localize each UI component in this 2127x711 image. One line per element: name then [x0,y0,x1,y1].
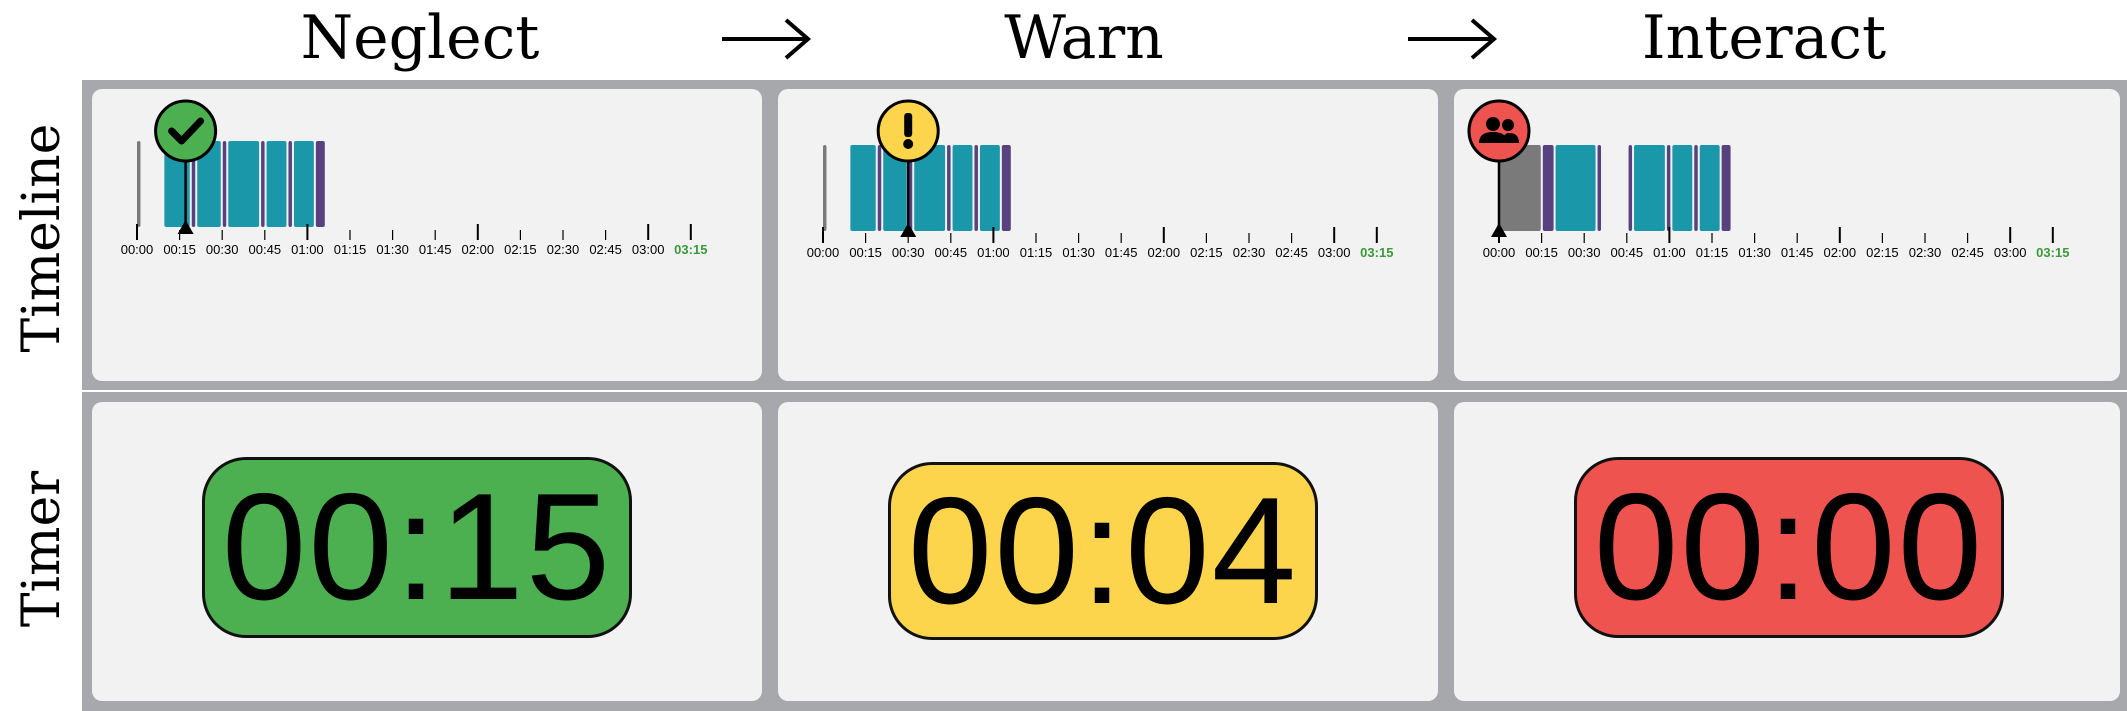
tick-label: 03:15 [674,242,707,257]
row-label-timeline: Timeline [12,123,72,353]
tick-label: 01:15 [1020,245,1053,260]
tick-label: 02:15 [1866,245,1899,260]
tick-label: 00:30 [206,242,239,257]
timer-panel-neglect: 00:15 [92,402,762,701]
tick-label: 00:45 [249,242,282,257]
tick-label: 02:30 [547,242,580,257]
tick-label: 01:45 [419,242,452,257]
timeline-segment-purple [974,145,978,231]
timeline-segment-purple [1694,145,1698,231]
tick-label: 02:45 [1951,245,1984,260]
countdown-timer: 00:00 [1574,457,2004,638]
timeline-segment-teal [266,141,287,227]
timeline-chart: 00:00 00:15 00:30 00:45 01:00 01:15 01:30 01:45… [121,99,707,257]
timeline-segment-purple [315,141,325,227]
tick-label: 03:00 [632,242,665,257]
timeline-segment-teal [293,141,314,227]
tick-label: 01:00 [977,245,1010,260]
phase-title-warn: Warn [1004,3,1164,73]
tick-label: 00:15 [1525,245,1558,260]
tick-label: 00:15 [849,245,882,260]
tick-label: 01:30 [1062,245,1095,260]
timeline-segment-purple [947,145,951,231]
timeline-segment-purple [288,141,292,227]
timeline-segment-purple [1001,145,1011,231]
tick-label: 03:15 [1360,245,1393,260]
timeline-segment-teal [228,141,260,227]
tick-label: 00:00 [807,245,840,260]
timeline-segment-purple [222,141,227,227]
row-label-timer: Timer [12,470,72,628]
countdown-timer: 00:04 [888,462,1318,640]
tick-label: 00:15 [163,242,196,257]
timeline-segment-teal [952,145,973,231]
tick-label: 00:45 [935,245,968,260]
timeline-segment-purple [1721,145,1731,231]
tick-label: 00:30 [1568,245,1601,260]
timeline-segment-gray [137,141,141,227]
timer-panel-interact: 00:00 [1454,402,2120,701]
tick-label: 02:00 [1148,245,1181,260]
tick-label: 00:45 [1611,245,1644,260]
timeline-segment-teal [1634,145,1665,231]
tick-label: 00:00 [1483,245,1516,260]
timeline-chart: 00:00 00:15 00:30 00:45 01:00 01:15 01:30 01:45… [807,99,1393,260]
tick-label: 01:45 [1105,245,1138,260]
tick-label: 00:00 [121,242,154,257]
tick-label: 01:30 [376,242,409,257]
exclamation-icon [903,113,914,149]
tick-label: 02:45 [1275,245,1308,260]
tick-label: 02:15 [504,242,537,257]
timeline-segment-purple [1666,145,1671,231]
timeline-segment-purple [1555,145,1596,231]
tick-label: 03:15 [2036,245,2069,260]
countdown-timer: 00:15 [202,457,632,638]
timeline-chart: 00:00 00:15 00:30 00:45 01:00 01:15 01:30 01:45… [1467,99,2069,260]
tick-label: 00:30 [892,245,925,260]
timeline-segment-teal [1672,145,1693,231]
tick-label: 02:15 [1190,245,1223,260]
tick-label: 01:15 [334,242,367,257]
tick-label: 01:45 [1781,245,1814,260]
timeline-segment-gray [823,145,827,231]
right-arrow-icon [1408,18,1498,60]
tick-label: 01:00 [291,242,324,257]
timeline-segment-purple [877,145,882,231]
tick-label: 02:00 [1824,245,1857,260]
tick-label: 03:00 [1994,245,2027,260]
timeline-segment-teal [1597,145,1602,231]
phase-title-interact: Interact [1641,3,1887,73]
timeline-segment-teal [850,145,876,231]
status-marker [154,99,218,163]
right-arrow-icon [722,18,812,60]
tick-label: 01:30 [1738,245,1771,260]
timeline-segment-purple [1628,145,1633,231]
tick-label: 02:45 [589,242,622,257]
timeline-panel-neglect: 00:00 00:15 00:30 00:45 01:00 01:15 01:30 01:45… [92,89,762,381]
phase-title-neglect: Neglect [300,3,540,73]
timer-panel-warn: 00:04 [778,402,1438,701]
timeline-segment-teal [979,145,1000,231]
tick-label: 01:00 [1653,245,1686,260]
tick-label: 02:00 [462,242,495,257]
timeline-panel-interact: 00:00 00:15 00:30 00:45 01:00 01:15 01:30 01:45… [1454,89,2120,381]
timeline-panel-warn: 00:00 00:15 00:30 00:45 01:00 01:15 01:30 01:45… [778,89,1438,381]
tick-label: 01:15 [1696,245,1729,260]
tick-label: 02:30 [1909,245,1942,260]
timeline-segment-teal [1699,145,1720,231]
status-marker [1467,99,1531,163]
timeline-segment-purple [261,141,265,227]
tick-label: 02:30 [1233,245,1266,260]
tick-label: 03:00 [1318,245,1351,260]
timeline-segment-teal [1542,145,1554,231]
